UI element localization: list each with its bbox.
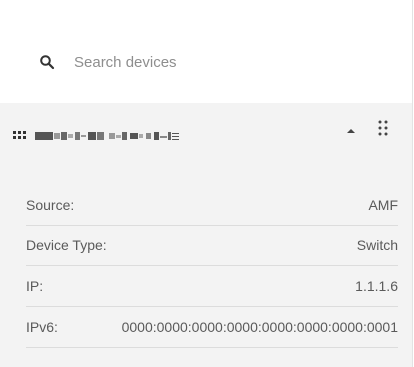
detail-value: AMF	[368, 197, 398, 213]
device-name-redacted	[35, 132, 179, 140]
device-grid-icon	[13, 131, 26, 139]
detail-label: Source:	[26, 197, 75, 213]
detail-row-ip: IP: 1.1.1.6	[26, 267, 398, 307]
device-card-header[interactable]	[0, 103, 412, 159]
device-panel: Source: AMF Device Type: Switch IP: 1.1.…	[0, 0, 413, 367]
drag-handle-icon[interactable]	[377, 119, 389, 137]
detail-label: IP:	[26, 278, 44, 294]
search-icon	[40, 55, 55, 70]
search-input[interactable]	[74, 50, 394, 74]
detail-row-device-type: Device Type: Switch	[26, 226, 398, 266]
detail-label: IPv6:	[26, 319, 58, 335]
detail-value: 1.1.1.6	[355, 278, 398, 294]
search-bar	[0, 0, 412, 103]
detail-row-ipv6: IPv6: 0000:0000:0000:0000:0000:0000:0000…	[26, 308, 398, 348]
detail-value: Switch	[356, 237, 398, 253]
device-card: Source: AMF Device Type: Switch IP: 1.1.…	[0, 103, 412, 367]
detail-row-source: Source: AMF	[26, 186, 398, 226]
chevron-up-icon[interactable]	[346, 127, 356, 135]
detail-label: Device Type:	[26, 237, 107, 253]
detail-value: 0000:0000:0000:0000:0000:0000:0000:0001	[121, 319, 398, 335]
